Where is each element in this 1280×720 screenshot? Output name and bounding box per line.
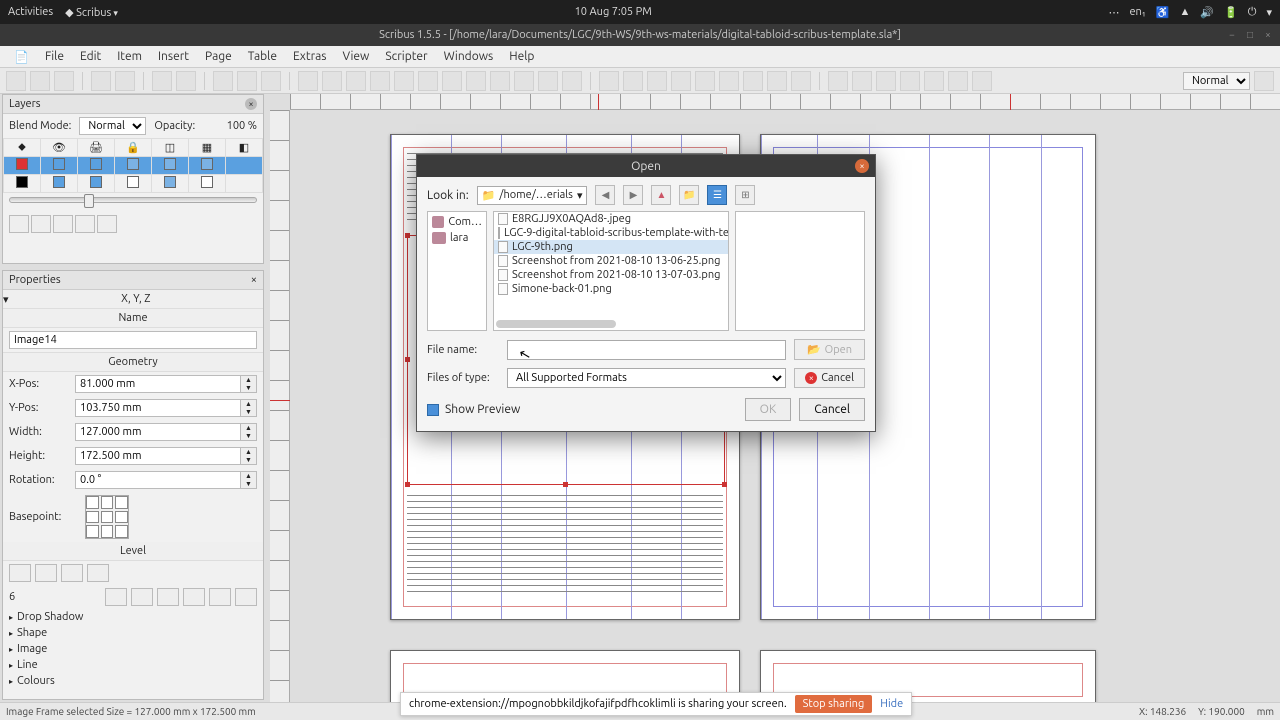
filetype-select[interactable]: All Supported Formats: [507, 368, 786, 388]
file-icon: [498, 227, 500, 239]
cancel-icon: ×: [805, 372, 817, 384]
nav-forward-button[interactable]: ▶: [623, 185, 643, 205]
file-icon: [498, 269, 508, 281]
file-icon: [498, 213, 508, 225]
open-dialog: Open × Look in: 📁 /home/…erials ▾ ◀ ▶ ▲ …: [416, 154, 876, 432]
file-item[interactable]: Screenshot from 2021-08-10 13-07-03.png: [494, 268, 728, 282]
look-in-label: Look in:: [427, 189, 469, 202]
file-icon: [498, 283, 508, 295]
list-view-button[interactable]: ☰: [707, 185, 727, 205]
dialog-close-icon[interactable]: ×: [855, 159, 869, 173]
filename-input[interactable]: [507, 340, 786, 360]
file-item[interactable]: LGC-9th.png: [494, 240, 728, 254]
chevron-down-icon: ▾: [577, 189, 583, 202]
preview-pane: [735, 211, 865, 331]
file-list-scrollbar[interactable]: [496, 320, 616, 328]
filetype-cancel-button[interactable]: ×Cancel: [794, 368, 865, 388]
path-selector[interactable]: 📁 /home/…erials ▾: [477, 186, 588, 205]
place-computer[interactable]: Com…: [430, 214, 484, 230]
file-icon: [498, 241, 508, 253]
computer-icon: [432, 216, 444, 228]
show-preview-label[interactable]: Show Preview: [445, 403, 520, 416]
nav-back-button[interactable]: ◀: [595, 185, 615, 205]
dialog-overlay: Open × Look in: 📁 /home/…erials ▾ ◀ ▶ ▲ …: [0, 0, 1280, 720]
file-item[interactable]: E8RGJJ9X0AQAd8-.jpeg: [494, 212, 728, 226]
dialog-title: Open: [631, 160, 661, 173]
file-item[interactable]: LGC-9-digital-tabloid-scribus-template-w…: [494, 226, 728, 240]
file-list[interactable]: E8RGJJ9X0AQAd8-.jpegLGC-9-digital-tabloi…: [493, 211, 729, 331]
home-icon: [432, 232, 446, 244]
places-sidebar[interactable]: Com… lara: [427, 211, 487, 331]
place-home[interactable]: lara: [430, 230, 484, 246]
filetype-label: Files of type:: [427, 372, 499, 384]
file-icon: [498, 255, 508, 267]
dialog-cancel-button[interactable]: Cancel: [799, 398, 865, 421]
file-item[interactable]: Screenshot from 2021-08-10 13-06-25.png: [494, 254, 728, 268]
folder-icon: 📁: [482, 189, 496, 202]
open-ok-button[interactable]: 📂Open: [794, 339, 865, 360]
dialog-ok-button[interactable]: OK: [745, 398, 792, 421]
ok-icon: 📂: [807, 343, 821, 356]
show-preview-checkbox[interactable]: [427, 404, 439, 416]
new-folder-button[interactable]: 📁: [679, 185, 699, 205]
nav-up-button[interactable]: ▲: [651, 185, 671, 205]
filename-label: File name:: [427, 344, 499, 356]
dialog-titlebar[interactable]: Open ×: [417, 155, 875, 177]
file-item[interactable]: Simone-back-01.png: [494, 282, 728, 296]
detail-view-button[interactable]: ⊞: [735, 185, 755, 205]
